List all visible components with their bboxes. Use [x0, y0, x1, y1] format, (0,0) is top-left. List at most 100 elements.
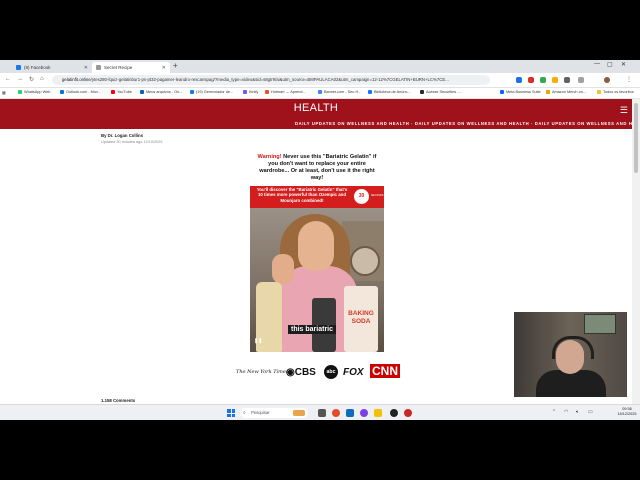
bookmark-label: YouTube [117, 90, 132, 94]
windows-taskbar: ⌕ Pesquisar ⌃ ◠ 🔈︎ ▭ 09:36 16/12/2025 [0, 404, 640, 420]
forward-icon[interactable]: → [17, 76, 23, 82]
wifi-icon[interactable]: ◠ [564, 409, 568, 415]
site-brand[interactable]: HEALTH [0, 102, 632, 114]
bookmark-item[interactable]: Hotmart → Aprend... [265, 90, 306, 94]
clock-date: 16/12/2025 [617, 412, 637, 416]
video-baking-soda-box: BAKING SODA [344, 286, 378, 352]
reload-icon[interactable]: ↻ [29, 76, 34, 83]
kinify-icon [243, 90, 247, 94]
headset-icon [552, 336, 594, 359]
video-banner: You'll discover the "Bariatric Gelatin" … [250, 186, 384, 208]
puzzle-icon[interactable] [578, 77, 584, 83]
app-icon[interactable] [390, 409, 398, 417]
url-path: /ytes280-fquiz-gelatinbur1-ps-pt32-pagam… [90, 77, 449, 82]
close-tab-icon[interactable]: ✕ [84, 65, 88, 71]
extension-icon[interactable] [516, 77, 522, 83]
page-favicon-icon [96, 65, 101, 70]
bookmark-item[interactable]: Amazon Merch on... [546, 90, 586, 94]
taskbar-clock[interactable]: 09:36 16/12/2025 [616, 407, 638, 417]
minimize-icon[interactable]: — [594, 61, 600, 67]
securities-icon [420, 90, 424, 94]
bookmark-item[interactable]: Meus arquivos - On... [140, 90, 182, 94]
video-caption: this bariatric [288, 325, 337, 334]
profile-avatar[interactable] [604, 77, 610, 83]
tab-label: (8) Facebook [24, 65, 51, 70]
countdown-label: SECONDS [371, 194, 384, 197]
extension-icon[interactable] [528, 77, 534, 83]
news-ticker: DAILY UPDATES ON WELLNESS AND HEALTH · D… [295, 121, 632, 126]
webcam-overlay [514, 312, 627, 397]
edge-icon[interactable] [346, 409, 354, 417]
folder-icon [597, 90, 601, 94]
close-tab-icon[interactable]: ✕ [162, 65, 166, 71]
cbs-logo-text: CBS [294, 367, 316, 378]
bookmark-label: Hotmart → Aprend... [271, 90, 306, 94]
page-scrollbar[interactable] [632, 99, 640, 404]
search-icon: ⌕ [243, 410, 246, 416]
webcam-person-body [536, 370, 606, 397]
bookmark-item[interactable]: YouTube [111, 90, 132, 94]
home-icon[interactable]: ⌂ [40, 76, 44, 82]
bookmark-item[interactable]: Kinify [243, 90, 258, 94]
file-explorer-icon[interactable] [374, 409, 382, 417]
bookmark-label: Biblioteca de Anúnc... [374, 90, 411, 94]
tab-secret-recipe[interactable]: Secret Recipe ✕ [92, 62, 170, 73]
video-player[interactable]: BAKING SODA You'll discover the "Bariatr… [250, 186, 384, 352]
video-banner-text: You'll discover the "Bariatric Gelatin" … [256, 187, 348, 203]
chrome-icon[interactable] [332, 409, 340, 417]
extension-icon[interactable] [552, 77, 558, 83]
bookmark-item[interactable]: Outlook.com - Micr... [60, 90, 101, 94]
new-tab-button[interactable]: + [173, 61, 178, 70]
bookmark-item[interactable]: Banner.com - Seu H... [318, 90, 361, 94]
address-bar[interactable]: gelatinfit.online/ytes280-fquiz-gelatinb… [52, 75, 490, 85]
bookmark-item[interactable]: Acesse Securities -... [420, 90, 462, 94]
bookmark-item[interactable]: (19) Gerenciador de... [190, 90, 233, 94]
bookmark-item[interactable]: WhatsApp Web [18, 90, 50, 94]
bookmark-label: Acesse Securities -... [426, 90, 462, 94]
meta-icon [500, 90, 504, 94]
pause-icon[interactable]: ❚❚ [254, 338, 262, 344]
banner-icon [318, 90, 322, 94]
hotmart-icon [265, 90, 269, 94]
tab-facebook[interactable]: (8) Facebook ✕ [12, 62, 92, 73]
back-icon[interactable]: ← [5, 76, 11, 82]
scrollbar-thumb[interactable] [634, 103, 638, 173]
kebab-menu-icon[interactable]: ⋮ [626, 76, 632, 83]
all-favorites-button[interactable]: Todos os favoritos [597, 90, 634, 94]
nyt-logo: The New York Times [236, 369, 289, 375]
browser-tab-strip: (8) Facebook ✕ Secret Recipe ✕ + — ▢ ✕ [0, 60, 640, 73]
url-host: gelatinfit.online [62, 77, 91, 82]
bookmark-item[interactable]: Biblioteca de Anúnc... [368, 90, 411, 94]
amazon-icon [546, 90, 550, 94]
headline-warning: Warning! [257, 154, 282, 160]
close-window-icon[interactable]: ✕ [621, 61, 626, 68]
taskbar-search[interactable]: ⌕ Pesquisar [240, 408, 308, 418]
bookmark-label: Meus arquivos - On... [146, 90, 183, 94]
facebook-icon [16, 65, 21, 70]
extension-icon[interactable] [564, 77, 570, 83]
task-view-icon[interactable] [318, 409, 326, 417]
windows-start-icon[interactable] [227, 409, 235, 417]
volume-icon[interactable]: 🔈︎ [576, 409, 579, 415]
app-icon[interactable] [404, 409, 412, 417]
article-dateline: Updated 30 minutes ago 12/10/2025 [101, 140, 163, 144]
app-icon[interactable] [360, 409, 368, 417]
bookmark-label: Outlook.com - Micr... [66, 90, 101, 94]
cbs-logo: ◉CBS [286, 367, 316, 378]
bookmark-label: Kinify [249, 90, 259, 94]
bookmarks-bar: ▦ WhatsApp Web Outlook.com - Micr... You… [0, 88, 640, 99]
webcam-wall-picture [584, 314, 616, 334]
facebook-icon [190, 90, 194, 94]
chevron-up-icon[interactable]: ⌃ [552, 409, 556, 415]
bookmark-label: Amazon Merch on... [552, 90, 586, 94]
bookmark-label: Banner.com - Seu H... [324, 90, 362, 94]
maximize-icon[interactable]: ▢ [607, 61, 613, 68]
countdown-timer: 30 [354, 189, 369, 204]
extension-icon[interactable] [540, 77, 546, 83]
battery-icon[interactable]: ▭ [588, 409, 593, 415]
hamburger-menu-icon[interactable]: ☰ [620, 105, 628, 116]
apps-icon[interactable]: ▦ [2, 90, 6, 95]
comments-heading[interactable]: 1.158 Comments [101, 398, 135, 403]
bookmark-item[interactable]: Meta Business Suite [500, 90, 541, 94]
press-logos: The New York Times ◉CBS abc FOX CNN [236, 361, 400, 385]
